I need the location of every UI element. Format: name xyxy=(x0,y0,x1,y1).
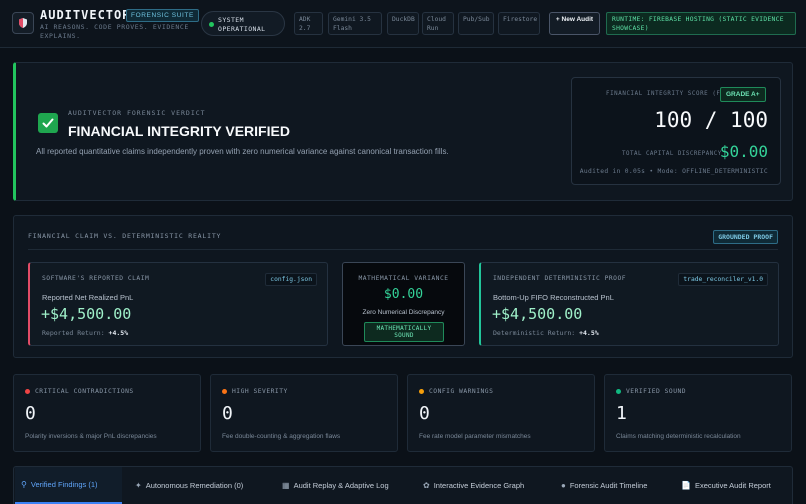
stat-description: Fee rate model parameter mismatches xyxy=(419,433,531,440)
stat-description: Fee double-counting & aggregation flaws xyxy=(222,433,341,440)
tab-label: Forensic Audit Timeline xyxy=(569,481,648,490)
tab-audit-replay[interactable]: ▦ Audit Replay & Adaptive Log xyxy=(276,467,395,504)
claim-source-tag: config.json xyxy=(265,273,317,286)
variance-sub: Zero Numerical Discrepancy xyxy=(362,309,445,316)
tab-label: Interactive Evidence Graph xyxy=(433,481,525,490)
stat-value: 0 xyxy=(25,403,36,424)
tech-badge-duckdb: DuckDB xyxy=(387,12,419,35)
tech-badge-gemini: Gemini 3.5 Flash xyxy=(328,12,382,35)
proof-return-value: +4.5% xyxy=(579,329,599,337)
proof-metric: Bottom-Up FIFO Reconstructed PnL xyxy=(493,293,614,302)
tech-badge-firestore: Firestore xyxy=(498,12,540,35)
proof-value: +$4,500.00 xyxy=(492,305,583,323)
shield-icon xyxy=(19,18,27,28)
claim-value: +$4,500.00 xyxy=(41,305,132,323)
graph-icon: ✿ xyxy=(423,481,430,490)
suite-badge: FORENSIC SUITE xyxy=(126,9,199,22)
stat-label: HIGH SEVERITY xyxy=(232,388,288,395)
verdict-kicker: AUDITVECTOR FORENSIC VERDICT xyxy=(68,109,206,117)
check-icon xyxy=(38,113,58,133)
stat-description: Claims matching deterministic recalculat… xyxy=(616,433,741,440)
tab-bar: ⚲ Verified Findings (1) ✦ Autonomous Rem… xyxy=(13,466,793,504)
document-icon: 📄 xyxy=(681,481,691,490)
stat-description: Polarity inversions & major PnL discrepa… xyxy=(25,433,157,440)
claim-metric: Reported Net Realized PnL xyxy=(42,293,134,302)
app-title: AUDITVECTOR xyxy=(40,8,131,22)
grade-badge: GRADE A+ xyxy=(720,87,766,102)
claim-return: Reported Return: +4.5% xyxy=(42,329,128,337)
claim-label: SOFTWARE'S REPORTED CLAIM xyxy=(42,275,150,282)
stat-label: VERIFIED SOUND xyxy=(626,388,687,395)
verified-dot-icon xyxy=(616,389,621,394)
stat-high-severity: HIGH SEVERITY 0 Fee double-counting & ag… xyxy=(210,374,398,452)
proof-label: INDEPENDENT DETERMINISTIC PROOF xyxy=(493,275,627,282)
section-divider xyxy=(28,249,778,250)
stat-label: CONFIG WARNINGS xyxy=(429,388,494,395)
wand-icon: ✦ xyxy=(135,481,142,490)
variance-card: MATHEMATICAL VARIANCE $0.00 Zero Numeric… xyxy=(342,262,465,346)
audit-meta: Audited in 0.05s • Mode: OFFLINE_DETERMI… xyxy=(579,168,768,175)
deterministic-proof-card: INDEPENDENT DETERMINISTIC PROOF trade_re… xyxy=(479,262,779,346)
stat-value: 0 xyxy=(222,403,233,424)
stat-verified-sound: VERIFIED SOUND 1 Claims matching determi… xyxy=(604,374,792,452)
status-dot-icon xyxy=(209,22,214,27)
app-header: AUDITVECTOR FORENSIC SUITE AI REASONS. C… xyxy=(0,0,806,48)
proof-return: Deterministic Return: +4.5% xyxy=(493,329,599,337)
stat-value: 0 xyxy=(419,403,430,424)
reported-claim-card: SOFTWARE'S REPORTED CLAIM config.json Re… xyxy=(28,262,328,346)
verdict-card: AUDITVECTOR FORENSIC VERDICT FINANCIAL I… xyxy=(13,62,793,201)
verdict-description: All reported quantitative claims indepen… xyxy=(36,147,449,156)
warning-dot-icon xyxy=(419,389,424,394)
timeline-icon: ● xyxy=(561,481,566,490)
app-logo xyxy=(12,12,34,34)
variance-label: MATHEMATICAL VARIANCE xyxy=(358,275,449,282)
new-audit-button[interactable]: + New Audit xyxy=(549,12,600,35)
high-dot-icon xyxy=(222,389,227,394)
discrepancy-label: TOTAL CAPITAL DISCREPANCY xyxy=(622,151,722,157)
proof-source-tag: trade_reconciler_v1.0 xyxy=(678,273,768,286)
claim-return-label: Reported Return: xyxy=(42,329,105,337)
tab-label: Executive Audit Report xyxy=(694,481,771,490)
tab-autonomous-remediation[interactable]: ✦ Autonomous Remediation (0) xyxy=(129,467,249,504)
fis-score: 100 / 100 xyxy=(654,108,768,132)
tab-evidence-graph[interactable]: ✿ Interactive Evidence Graph xyxy=(417,467,530,504)
runtime-banner: RUNTIME: FIREBASE HOSTING (STATIC EVIDEN… xyxy=(606,12,796,35)
system-status: SYSTEM OPERATIONAL xyxy=(201,11,285,36)
stat-label: CRITICAL CONTRADICTIONS xyxy=(35,388,134,395)
variance-badge: MATHEMATICALLY SOUND xyxy=(364,322,444,342)
grounded-proof-badge: GROUNDED PROOF xyxy=(713,230,778,244)
claim-comparison-section: FINANCIAL CLAIM VS. DETERMINISTIC REALIT… xyxy=(13,215,793,358)
stat-critical-contradictions: CRITICAL CONTRADICTIONS 0 Polarity inver… xyxy=(13,374,201,452)
discrepancy-value: $0.00 xyxy=(719,142,768,161)
tech-badge-pubsub: Pub/Sub xyxy=(458,12,494,35)
tab-label: Autonomous Remediation (0) xyxy=(145,481,244,490)
section-title: FINANCIAL CLAIM VS. DETERMINISTIC REALIT… xyxy=(28,232,222,240)
fis-panel: FINANCIAL INTEGRITY SCORE (FIS) GRADE A+… xyxy=(571,77,781,185)
stat-value: 1 xyxy=(616,403,627,424)
variance-value: $0.00 xyxy=(383,287,424,302)
critical-dot-icon xyxy=(25,389,30,394)
claim-return-value: +4.5% xyxy=(108,329,129,337)
replay-icon: ▦ xyxy=(282,481,290,490)
tech-badge-cloudrun: Cloud Run xyxy=(422,12,454,35)
tech-badge-adk: ADK 2.7 xyxy=(294,12,323,35)
verdict-title: FINANCIAL INTEGRITY VERIFIED xyxy=(68,123,290,139)
tab-executive-report[interactable]: 📄 Executive Audit Report xyxy=(675,467,777,504)
tab-forensic-timeline[interactable]: ● Forensic Audit Timeline xyxy=(555,467,653,504)
fis-label: FINANCIAL INTEGRITY SCORE (FIS) xyxy=(606,91,733,97)
proof-return-label: Deterministic Return: xyxy=(493,329,576,337)
tab-label: Audit Replay & Adaptive Log xyxy=(293,481,389,490)
search-icon: ⚲ xyxy=(21,480,27,489)
tab-label: Verified Findings (1) xyxy=(30,480,98,489)
tab-verified-findings[interactable]: ⚲ Verified Findings (1) xyxy=(15,467,122,504)
app-tagline: AI REASONS. CODE PROVES. EVIDENCE EXPLAI… xyxy=(40,23,189,40)
stat-config-warnings: CONFIG WARNINGS 0 Fee rate model paramet… xyxy=(407,374,595,452)
system-status-text: SYSTEM OPERATIONAL xyxy=(218,16,266,33)
